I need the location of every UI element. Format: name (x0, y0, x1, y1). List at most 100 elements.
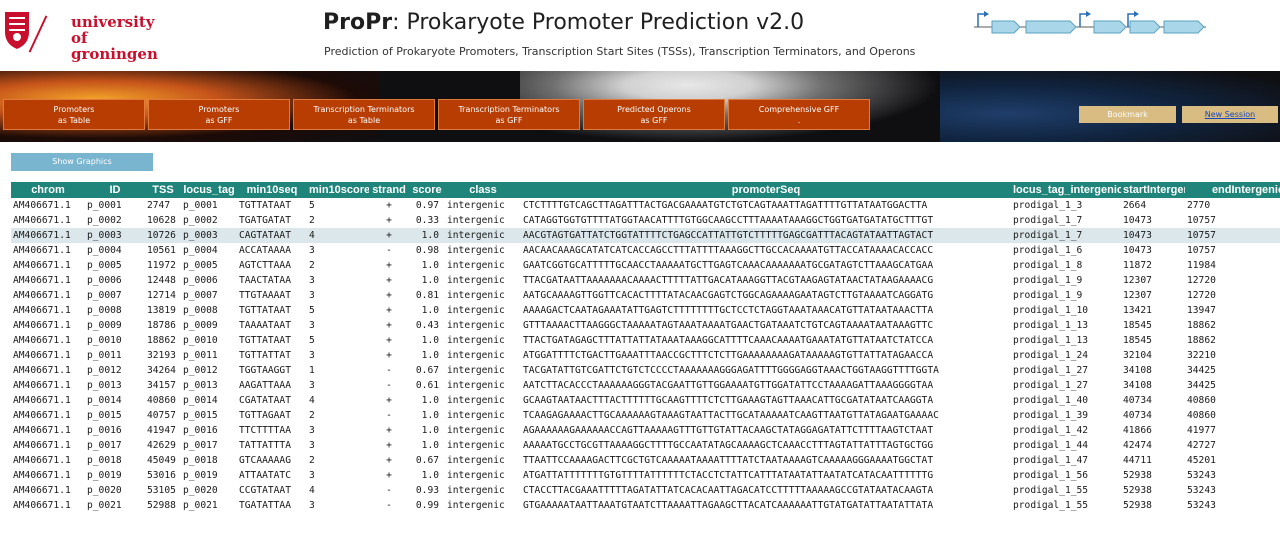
column-header-strand[interactable]: strand (369, 182, 409, 198)
nav-terminators-table[interactable]: Transcription Terminators as Table (293, 99, 435, 130)
cell-tss: 18862 (147, 335, 176, 346)
column-header-chrom[interactable]: chrom (11, 182, 85, 198)
table-row[interactable]: AM406671.1 p_0014 40860 p_0014 CGATATAAT 4 +1.… (11, 393, 1280, 408)
cell-strand: + (386, 290, 392, 301)
cell-locus: p_0002 (183, 215, 218, 226)
cell-id: p_0013 (87, 380, 122, 391)
cell-strand: + (386, 395, 392, 406)
table-row[interactable]: AM406671.1 p_0004 10561 p_0004 ACCATAAAA 3 - 0.… (11, 243, 1280, 258)
nav-operons-gff[interactable]: Predicted Operons as GFF (583, 99, 725, 130)
column-header-min10score[interactable]: min10score (307, 182, 369, 198)
cell-strand: + (386, 215, 392, 226)
cell-min10seq: TTGTAAAAT (239, 290, 291, 301)
column-header-locus-tag[interactable]: locus_tag (181, 182, 237, 198)
results-table-container[interactable]: chrom ID TSS locus_tag min10seq min10score str… (11, 182, 1280, 533)
nav-promoters-table[interactable]: Promoters as Table (3, 99, 145, 130)
cell-class: intergenic (447, 335, 505, 346)
operon-diagram-icon (974, 11, 1206, 34)
column-header-id[interactable]: ID (85, 182, 145, 198)
nav-comprehensive-gff[interactable]: Comprehensive GFF. (728, 99, 870, 130)
column-header-endintergenic[interactable]: endIntergenic (1185, 182, 1280, 198)
table-row[interactable]: AM406671.1 p_0017 42629 p_0017 TATTATTTA 3 +1.… (11, 438, 1280, 453)
cell-locus: p_0004 (183, 245, 218, 256)
cell-min10score: 3 (309, 245, 315, 256)
column-header-class[interactable]: class (445, 182, 521, 198)
cell-chrom: AM406671.1 (13, 260, 71, 271)
cell-tss: 34264 (147, 365, 176, 376)
column-header-tss[interactable]: TSS (145, 182, 181, 198)
cell-strand: - (386, 380, 392, 391)
nav-terminators-gff[interactable]: Transcription Terminators as GFF (438, 99, 580, 130)
cell-end: 34425 (1187, 380, 1216, 391)
cell-id: p_0015 (87, 410, 122, 421)
cell-end: 53243 (1187, 500, 1216, 511)
cell-strand: - (386, 500, 392, 511)
cell-end: 13947 (1187, 305, 1216, 316)
cell-class: intergenic (447, 380, 505, 391)
cell-min10score: 3 (309, 380, 315, 391)
cell-min10score: 5 (309, 305, 315, 316)
show-graphics-button[interactable]: Show Graphics (11, 153, 153, 171)
column-header-promoterseq[interactable]: promoterSeq (521, 182, 1011, 198)
cell-locus-ig: prodigal_1_13 (1013, 335, 1089, 346)
cell-score: 0.93 (415, 485, 439, 496)
table-row[interactable]: AM406671.1 p_0002 10628 p_0002 TGATGATAT 2 +0.… (11, 213, 1280, 228)
column-header-locus-tag-intergenic[interactable]: locus_tag_intergenic (1011, 182, 1121, 198)
table-row[interactable]: AM406671.1 p_0008 13819 p_0008 TGTTATAAT 5 +1.… (11, 303, 1280, 318)
cell-seq: AACGTAGTGATTATCTGGTATTTTCTGAGCCATTATTGTC… (521, 228, 1011, 243)
university-logo[interactable]: university of groningen (3, 8, 163, 62)
cell-tss: 10726 (145, 228, 181, 243)
table-row[interactable]: AM406671.1 p_0019 53016 p_0019 ATTAATATC 3 +1.… (11, 468, 1280, 483)
new-session-link[interactable]: New Session (1182, 106, 1278, 123)
cell-seq: CTCTTTTGTCAGCTTAGATTTACTGACGAAAATGTCTGTC… (523, 200, 928, 211)
table-row[interactable]: AM406671.1 p_0020 53105 p_0020 CCGTATAAT 4 - 0.… (11, 483, 1280, 498)
app-header: university of groningen ProPr: Prokaryot… (0, 0, 1280, 71)
table-row[interactable]: AM406671.1 p_0003 10726 p_0003 CAGTATAAT 4 +1.… (11, 228, 1280, 243)
cell-strand: + (386, 335, 392, 346)
cell-start: 52938 (1123, 500, 1152, 511)
table-row[interactable]: AM406671.1 p_0009 18786 p_0009 TAAAATAAT 3 +0.… (11, 318, 1280, 333)
column-header-min10seq[interactable]: min10seq (237, 182, 307, 198)
cell-chrom: AM406671.1 (13, 335, 71, 346)
table-row[interactable]: AM406671.1 p_0016 41947 p_0016 TTCTTTTAA 3 +1.… (11, 423, 1280, 438)
cell-start: 11872 (1123, 260, 1152, 271)
cell-min10score: 4 (307, 228, 369, 243)
logo-divider (28, 15, 48, 53)
table-body: AM406671.1 p_0001 2747 p_0001 TGTTATAAT 5 +0.9… (11, 198, 1280, 513)
table-row[interactable]: AM406671.1 p_0021 52988 p_0021 TGATATTAA 3 - 0.… (11, 498, 1280, 513)
table-row[interactable]: AM406671.1 p_0015 40757 p_0015 TGTTAGAAT 2 - 1.… (11, 408, 1280, 423)
cell-min10seq: AGTCTTAAA (239, 260, 291, 271)
table-row[interactable]: AM406671.1 p_0010 18862 p_0010 TGTTATAAT 5 +1.… (11, 333, 1280, 348)
nav-promoters-gff[interactable]: Promoters as GFF (148, 99, 290, 130)
cell-start: 42474 (1123, 440, 1152, 451)
cell-score: 1.0 (421, 470, 439, 481)
cell-end: 18862 (1187, 335, 1216, 346)
column-header-score[interactable]: score (409, 182, 445, 198)
table-row[interactable]: AM406671.1 p_0006 12448 p_0006 TAACTATAA 3 +1.… (11, 273, 1280, 288)
cell-chrom: AM406671.1 (13, 470, 71, 481)
table-row[interactable]: AM406671.1 p_0011 32193 p_0011 TGTTATTAT 3 +1.… (11, 348, 1280, 363)
cell-min10seq: TGTTATAAT (239, 305, 291, 316)
cell-start: 2664 (1123, 200, 1147, 211)
cell-class: intergenic (447, 290, 505, 301)
cell-locus-ig: prodigal_1_42 (1013, 425, 1089, 436)
table-row[interactable]: AM406671.1 p_0018 45049 p_0018 GTCAAAAAG 2 +0.… (11, 453, 1280, 468)
cell-chrom: AM406671.1 (13, 245, 71, 256)
cell-seq: TACGATATTGTCGATTCTGTCTCCCCTAAAAAAAGGGAGA… (523, 365, 939, 376)
cell-score: 1.0 (421, 260, 439, 271)
cell-end: 32210 (1187, 350, 1216, 361)
table-row[interactable]: AM406671.1 p_0012 34264 p_0012 TGGTAAGGT 1 - 0.… (11, 363, 1280, 378)
table-row[interactable]: AM406671.1 p_0005 11972 p_0005 AGTCTTAAA 2 +1.… (11, 258, 1280, 273)
cell-min10seq: TGTTATTAT (239, 350, 291, 361)
cell-end: 10757 (1185, 228, 1280, 243)
cell-locus-ig: prodigal_1_10 (1013, 305, 1089, 316)
table-row[interactable]: AM406671.1 p_0013 34157 p_0013 AAGATTAAA 3 - 0.… (11, 378, 1280, 393)
cell-chrom: AM406671.1 (13, 410, 71, 421)
cell-strand: - (386, 365, 392, 376)
table-row[interactable]: AM406671.1 p_0007 12714 p_0007 TTGTAAAAT 3 +0.… (11, 288, 1280, 303)
bookmark-button[interactable]: Bookmark (1079, 106, 1176, 123)
column-header-startintergenic[interactable]: startIntergenic (1121, 182, 1185, 198)
cell-score: 0.33 (415, 215, 439, 226)
table-row[interactable]: AM406671.1 p_0001 2747 p_0001 TGTTATAAT 5 +0.9… (11, 198, 1280, 213)
cell-locus: p_0016 (183, 425, 218, 436)
